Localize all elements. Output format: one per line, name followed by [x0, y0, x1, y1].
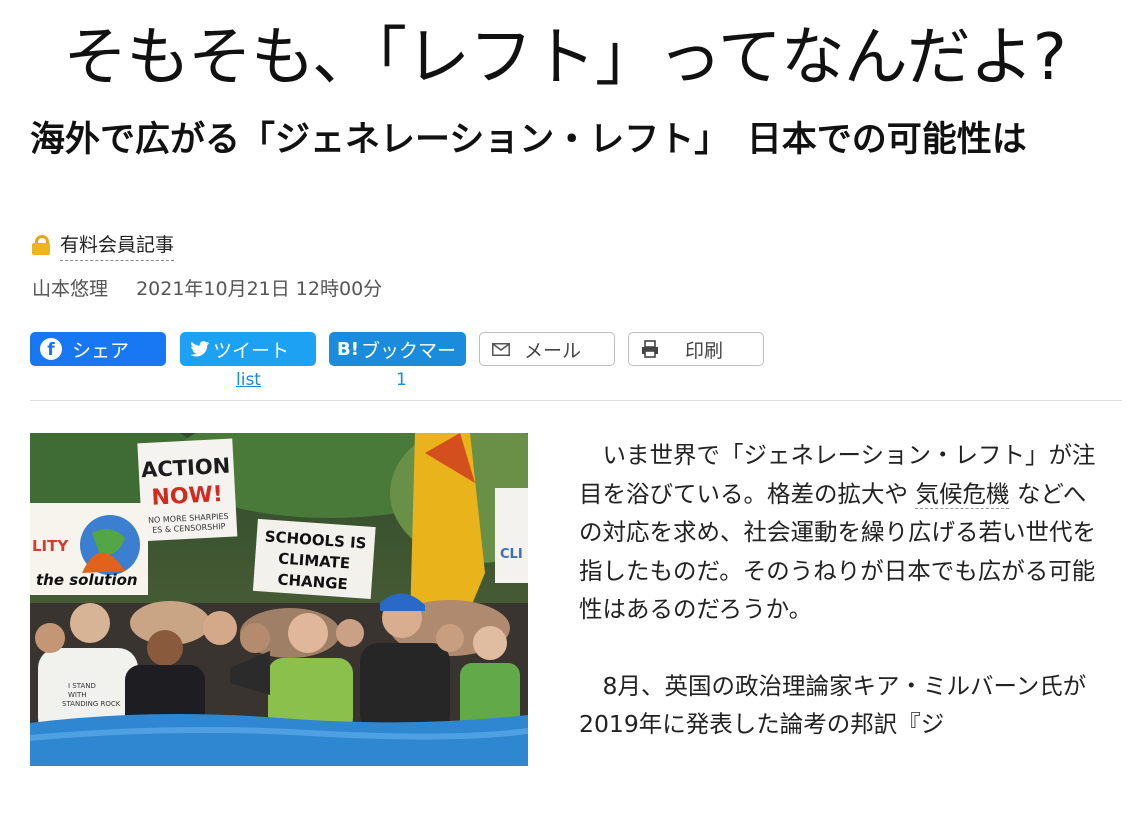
- author-name: 山本悠理: [32, 278, 109, 300]
- tweet-count-link[interactable]: list: [236, 370, 261, 390]
- banner-caption: そもそも、「レフト」ってなんだよ?: [63, 21, 1067, 95]
- photo-sign-action-now: ACTION: [141, 454, 231, 483]
- tweet-button[interactable]: ツイート: [180, 332, 316, 366]
- article-photo[interactable]: ACTION NOW! NO MORE SHARPIES ES & CENSOR…: [30, 433, 528, 766]
- mail-share-button[interactable]: メール: [479, 332, 615, 366]
- twitter-bird-icon: [190, 341, 210, 357]
- mail-icon: [492, 342, 510, 356]
- paid-member-label[interactable]: 有料会員記事: [60, 230, 175, 261]
- print-label: 印刷: [685, 339, 724, 362]
- svg-text:STANDING ROCK: STANDING ROCK: [62, 700, 121, 708]
- body-paragraph-1: いま世界で「ジェネレーション・レフト」が注目を浴びている。格差の拡大や 気候危機…: [579, 441, 1096, 623]
- article-title: 海外で広がる「ジェネレーション・レフト」 日本での可能性は: [30, 120, 1027, 160]
- lock-icon: [32, 235, 50, 255]
- section-divider: [30, 400, 1122, 401]
- svg-text:WITH: WITH: [68, 691, 87, 699]
- photo-sign-cli: CLI: [500, 547, 523, 562]
- photo-shirt-text: I STAND: [68, 682, 96, 690]
- photo-sign-lity: LITY: [32, 537, 69, 555]
- mail-label: メール: [524, 339, 582, 362]
- printer-icon: [642, 340, 658, 358]
- byline: 山本悠理 2021年10月21日 12時00分: [32, 274, 382, 301]
- paid-member-badge[interactable]: 有料会員記事: [32, 230, 175, 261]
- publish-date: 2021年10月21日 12時00分: [136, 278, 383, 300]
- print-button[interactable]: 印刷: [628, 332, 764, 366]
- svg-text:NOW!: NOW!: [151, 482, 224, 511]
- hatena-bookmark-label: ブックマー: [360, 339, 456, 362]
- facebook-share-button[interactable]: f シェア: [30, 332, 166, 366]
- hatena-bookmark-icon: B!: [337, 338, 359, 360]
- tweet-label: ツイート: [213, 339, 290, 362]
- body-paragraph-2: 8月、英国の政治理論家キア・ミルバーン氏が2019年に発表した論考の邦訳『ジ: [579, 671, 1087, 739]
- climate-protest-photo: ACTION NOW! NO MORE SHARPIES ES & CENSOR…: [30, 433, 528, 766]
- article-body: いま世界で「ジェネレーション・レフト」が注目を浴びている。格差の拡大や 気候危機…: [579, 436, 1099, 744]
- facebook-icon: f: [40, 338, 62, 360]
- glossary-term-link[interactable]: 気候危機: [915, 479, 1010, 509]
- hatena-bookmark-button[interactable]: B! ブックマー: [329, 332, 466, 366]
- bookmark-count[interactable]: 1: [396, 370, 407, 390]
- photo-sign-solution: the solution: [36, 571, 138, 589]
- facebook-share-label: シェア: [72, 339, 130, 362]
